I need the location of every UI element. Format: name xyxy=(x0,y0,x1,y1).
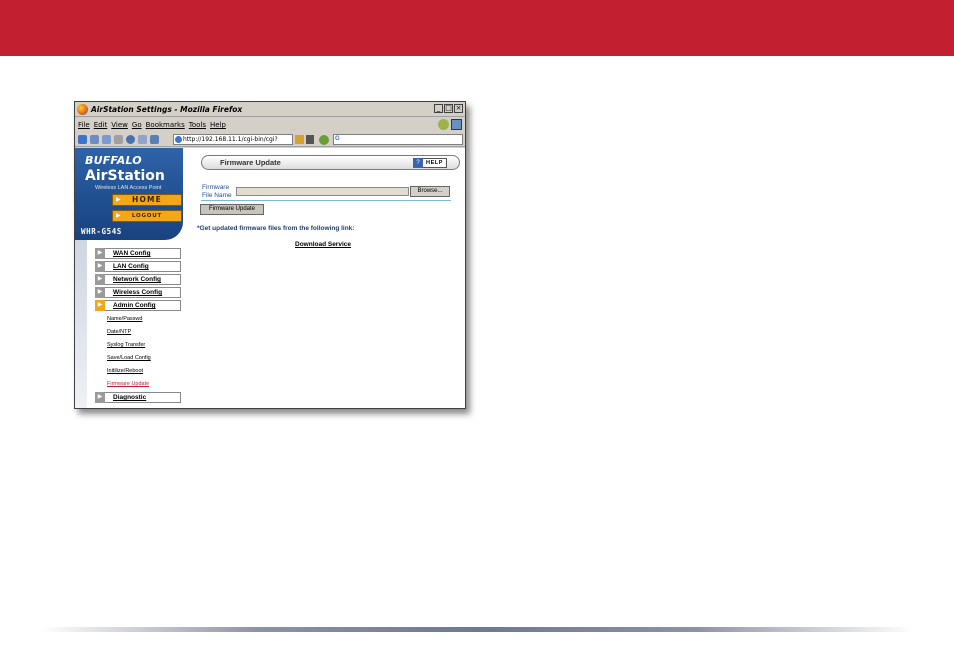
menu-tools[interactable]: Tools xyxy=(189,121,206,129)
model-name: WHR-G54S xyxy=(81,227,122,236)
window-title: AirStation Settings - Mozilla Firefox xyxy=(91,104,243,114)
firmware-update-button[interactable]: Firmware Update xyxy=(200,204,264,215)
subitem-save-load-config[interactable]: Save/Load Config xyxy=(107,355,151,361)
help-icon: ? xyxy=(413,158,423,168)
bottom-rule xyxy=(40,627,914,632)
maximize-button[interactable]: □ xyxy=(444,104,453,113)
arrow-icon: ▶ xyxy=(116,212,122,219)
sidebar-item-admin-config[interactable]: ▶ Admin Config xyxy=(95,300,181,311)
sidebar-item-wireless-config[interactable]: ▶ Wireless Config xyxy=(95,287,181,298)
subitem-firmware-update[interactable]: Firmware Update xyxy=(107,381,149,387)
minimize-button[interactable]: _ xyxy=(434,104,443,113)
globe-icon[interactable] xyxy=(126,134,135,144)
reload-icon[interactable] xyxy=(102,134,111,144)
sidebar-item-label: Wireless Config xyxy=(105,287,181,298)
help-label: HELP xyxy=(426,160,444,166)
home-button[interactable]: ▶ HOME xyxy=(112,194,182,206)
subitem-syslog-transfer[interactable]: Syslog Transfer xyxy=(107,342,145,348)
slide-page: AirStation Settings - Mozilla Firefox _ … xyxy=(0,0,954,660)
firmware-label-line2: File Name xyxy=(202,191,232,199)
stop-icon[interactable] xyxy=(114,134,123,144)
close-button[interactable]: × xyxy=(454,104,463,113)
page-content: BUFFALO AirStation Wireless LAN Access P… xyxy=(75,148,465,408)
subitem-date-ntp[interactable]: Date/NTP xyxy=(107,329,131,335)
product-tagline: Wireless LAN Access Point xyxy=(95,185,162,191)
logout-button[interactable]: ▶ LOGOUT xyxy=(112,210,182,222)
home-icon[interactable] xyxy=(150,134,159,144)
menu-view[interactable]: View xyxy=(111,121,128,129)
menu-edit[interactable]: Edit xyxy=(94,121,108,129)
browser-window: AirStation Settings - Mozilla Firefox _ … xyxy=(74,101,466,409)
arrow-icon: ▶ xyxy=(95,392,105,403)
activity-icon xyxy=(451,119,462,130)
sidebar-item-wan-config[interactable]: ▶ WAN Config xyxy=(95,248,181,259)
title-bar: AirStation Settings - Mozilla Firefox _ … xyxy=(75,102,465,117)
menu-file[interactable]: File xyxy=(78,121,90,129)
url-text: http://192.168.11.1/cgi-bin/cgi? xyxy=(183,136,278,143)
sidebar-item-label: Admin Config xyxy=(105,300,181,311)
navigation-toolbar: http://192.168.11.1/cgi-bin/cgi? G xyxy=(75,132,465,147)
home-label: HOME xyxy=(131,195,163,204)
menu-go[interactable]: Go xyxy=(132,121,142,129)
forward-icon[interactable] xyxy=(90,134,99,144)
browse-button[interactable]: Browse... xyxy=(410,186,450,197)
search-engine-icon: G xyxy=(335,136,340,142)
go-icon[interactable] xyxy=(306,135,314,144)
arrow-icon: ▶ xyxy=(95,274,105,285)
brand-panel: BUFFALO AirStation Wireless LAN Access P… xyxy=(75,148,183,240)
download-service-link[interactable]: Download Service xyxy=(295,241,351,248)
section-header: Firmware Update ? HELP xyxy=(201,155,460,170)
firmware-label-line1: Firmware xyxy=(202,184,230,191)
nav-shadow xyxy=(75,240,87,408)
menu-bookmarks[interactable]: Bookmarks xyxy=(146,121,185,129)
firmware-file-input[interactable] xyxy=(236,187,409,196)
menu-help[interactable]: Help xyxy=(210,121,226,129)
subitem-initialize-reboot[interactable]: Initilize/Reboot xyxy=(107,368,143,374)
arrow-icon: ▶ xyxy=(116,196,122,203)
security-icon xyxy=(295,135,304,144)
subitem-name-passwd[interactable]: Name/Passwd xyxy=(107,316,142,322)
firefox-icon xyxy=(77,103,88,115)
logout-label: LOGOUT xyxy=(131,213,163,219)
arrow-icon: ▶ xyxy=(95,287,105,298)
back-icon[interactable] xyxy=(78,134,87,144)
page-title: Firmware Update xyxy=(220,158,281,167)
sidebar-item-label: LAN Config xyxy=(105,261,181,272)
top-banner xyxy=(0,0,954,56)
print-icon[interactable] xyxy=(138,134,147,144)
extension-icon[interactable] xyxy=(319,135,329,145)
arrow-icon: ▶ xyxy=(95,300,105,311)
menu-bar: File Edit View Go Bookmarks Tools Help xyxy=(75,118,465,132)
window-controls: _ □ × xyxy=(434,104,463,113)
search-input[interactable]: G xyxy=(333,134,463,145)
arrow-icon: ▶ xyxy=(95,261,105,272)
sidebar-item-label: WAN Config xyxy=(105,248,181,259)
sidebar-item-label: Diagnostic xyxy=(105,392,181,403)
throbber-icon xyxy=(438,119,449,130)
sidebar: ▶ WAN Config ▶ LAN Config ▶ Network Conf… xyxy=(87,240,183,408)
sidebar-item-diagnostic[interactable]: ▶ Diagnostic xyxy=(95,392,181,403)
arrow-icon: ▶ xyxy=(95,248,105,259)
buffalo-logo: BUFFALO xyxy=(85,154,142,167)
sidebar-item-network-config[interactable]: ▶ Network Config xyxy=(95,274,181,285)
sidebar-item-label: Network Config xyxy=(105,274,181,285)
help-button[interactable]: ? HELP xyxy=(413,158,447,168)
product-name: AirStation xyxy=(85,168,165,184)
firmware-file-row: Firmware File Name Browse... xyxy=(201,184,451,201)
download-note: *Get updated firmware files from the fol… xyxy=(197,225,355,232)
url-input[interactable]: http://192.168.11.1/cgi-bin/cgi? xyxy=(173,134,293,145)
firmware-file-label: Firmware File Name xyxy=(202,184,237,199)
page-icon xyxy=(175,136,182,143)
sidebar-item-lan-config[interactable]: ▶ LAN Config xyxy=(95,261,181,272)
